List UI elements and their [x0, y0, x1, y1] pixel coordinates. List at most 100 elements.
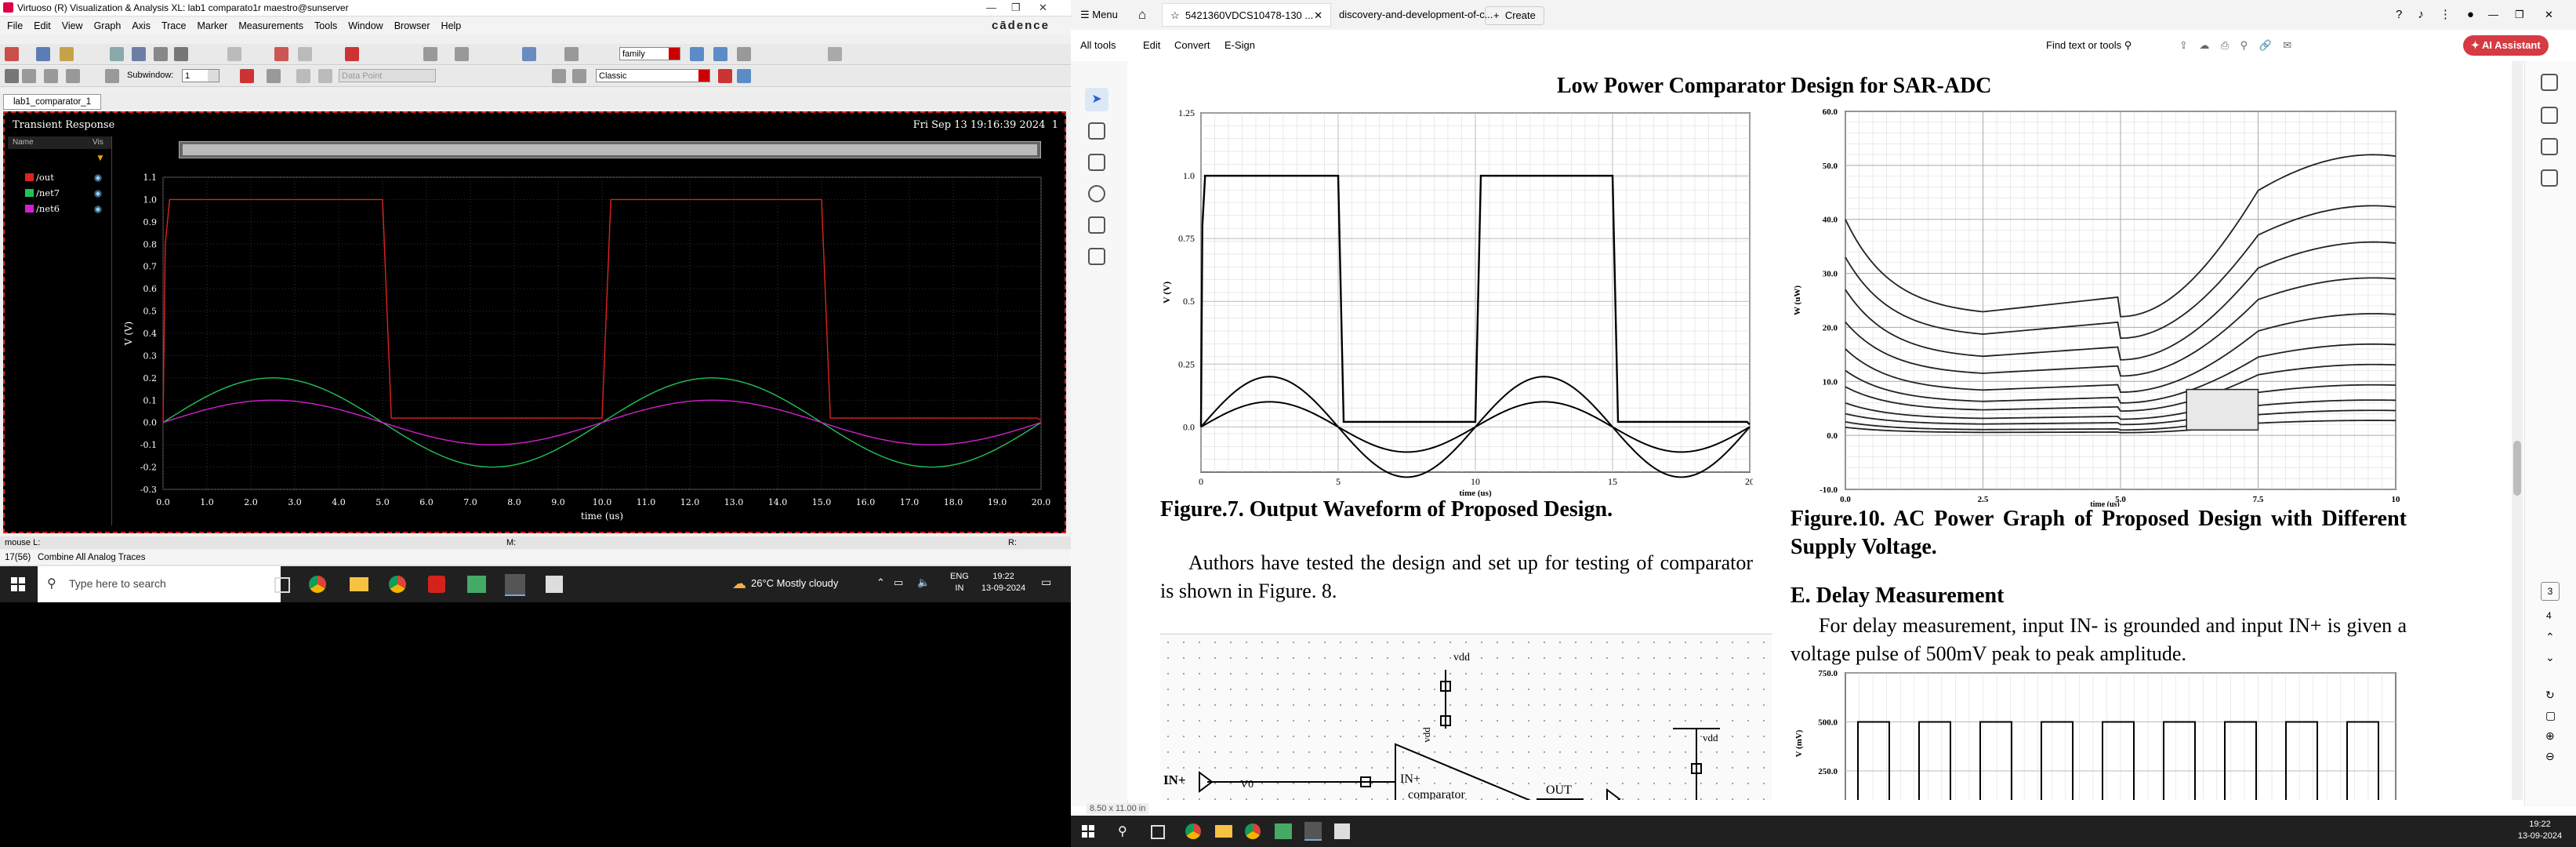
data-point-input[interactable]: Data Point — [339, 69, 436, 82]
legend-item-net7[interactable]: /net7 ◉ — [25, 187, 102, 199]
select-cursor-icon[interactable]: ➤ — [1085, 88, 1108, 111]
edit-button[interactable]: Edit — [1143, 30, 1160, 61]
pencil-icon[interactable] — [5, 69, 19, 83]
zoom-fit-icon[interactable] — [522, 47, 536, 61]
minimize-icon[interactable]: — — [986, 0, 996, 16]
signature-icon[interactable] — [1088, 248, 1105, 265]
chrome-icon[interactable] — [1185, 823, 1201, 839]
apps-icon[interactable]: ⋮ — [2440, 8, 2451, 21]
page-number-current[interactable]: 3 — [2541, 582, 2560, 601]
menu-edit[interactable]: Edit — [34, 20, 51, 31]
list-icon[interactable] — [44, 69, 58, 83]
taskbar-search[interactable]: ⚲ Type here to search — [38, 566, 281, 602]
grid-icon[interactable] — [828, 47, 842, 61]
filter-icon[interactable]: ▼ — [96, 152, 105, 163]
calc2-icon[interactable] — [572, 69, 586, 83]
chevron-up-icon[interactable]: ⌃ — [2545, 631, 2555, 644]
profile-icon[interactable]: ● — [2467, 8, 2474, 21]
speaker-icon[interactable]: 🔈 — [917, 576, 930, 589]
menu-browser[interactable]: Browser — [394, 20, 430, 31]
chevron-down-icon[interactable] — [208, 70, 219, 82]
delete-trace-icon[interactable] — [345, 47, 359, 61]
menu-file[interactable]: File — [7, 20, 23, 31]
link-icon[interactable]: 🔗 — [2259, 39, 2272, 51]
menu-button[interactable]: ☰ Menu — [1080, 3, 1118, 27]
clock-2[interactable]: 19:22 13-09-2024 — [2516, 819, 2563, 842]
fit-page-icon[interactable]: ▢ — [2545, 709, 2556, 722]
text-box-icon[interactable] — [1088, 216, 1105, 234]
calc-icon[interactable] — [552, 69, 566, 83]
remote-desktop-icon[interactable] — [1275, 823, 1292, 839]
comment-icon[interactable] — [1088, 122, 1105, 140]
graph-icon[interactable] — [240, 69, 254, 83]
file-explorer-icon[interactable] — [350, 577, 368, 591]
acrobat-icon[interactable] — [428, 576, 445, 593]
home-icon[interactable]: ⌂ — [1138, 3, 1146, 27]
all-tools-button[interactable]: All tools — [1080, 30, 1116, 61]
table-icon[interactable] — [66, 69, 80, 83]
zoom-in-icon[interactable]: ⊕ — [2545, 729, 2555, 743]
notification-icon[interactable]: ▭ — [1041, 576, 1051, 589]
clock[interactable]: 19:22 13-09-2024 — [980, 571, 1027, 594]
windows-start-icon[interactable] — [11, 577, 25, 591]
print-icon[interactable] — [154, 47, 168, 61]
task-view-icon[interactable] — [274, 577, 290, 593]
camera-icon[interactable] — [174, 47, 188, 61]
layout-icon-1[interactable] — [690, 47, 704, 61]
file-explorer-icon[interactable] — [1215, 825, 1232, 838]
menu-view[interactable]: View — [62, 20, 83, 31]
cadence-taskbar-icon[interactable] — [505, 574, 525, 596]
task-view-icon[interactable] — [1151, 825, 1165, 839]
vertical-scrollbar[interactable] — [2512, 61, 2523, 800]
open-icon[interactable] — [60, 47, 74, 61]
close-icon[interactable]: ✕ — [1314, 4, 1322, 27]
chrome-icon-2[interactable] — [389, 576, 406, 593]
style-icon-1[interactable] — [718, 69, 732, 83]
close-icon[interactable]: ✕ — [2545, 3, 2553, 27]
bookmarks-icon[interactable] — [2541, 138, 2558, 155]
search-icon[interactable]: ⚲ — [1118, 823, 1127, 839]
legend-item-out[interactable]: /out ◉ — [25, 171, 102, 184]
chevron-down-icon[interactable] — [669, 48, 680, 60]
lasso-icon[interactable] — [1088, 185, 1105, 202]
chrome-icon-2[interactable] — [1245, 823, 1261, 839]
zoom-handle[interactable] — [183, 144, 1037, 155]
minimize-icon[interactable]: — — [2488, 3, 2498, 27]
close-icon[interactable]: ✕ — [1039, 0, 1047, 16]
layout-icon-2[interactable] — [713, 47, 727, 61]
eye-icon[interactable]: ◉ — [94, 187, 102, 199]
zoom-in-icon[interactable] — [423, 47, 437, 61]
network-icon[interactable]: ▭ — [894, 576, 903, 589]
esign-button[interactable]: E-Sign — [1225, 30, 1255, 61]
menu-graph[interactable]: Graph — [94, 20, 122, 31]
rotate-icon[interactable]: ↻ — [2545, 689, 2555, 702]
document-viewport[interactable]: Low Power Comparator Design for SAR-ADC … — [1127, 61, 2515, 800]
print-icon[interactable]: ⎙ — [2221, 39, 2229, 51]
plot-area[interactable]: Transient Response Fri Sep 13 19:16:39 2… — [3, 111, 1066, 533]
subwindow-select[interactable]: 1 — [182, 69, 220, 82]
zoom-out-icon[interactable] — [455, 47, 469, 61]
windows-start-icon[interactable] — [1082, 825, 1094, 838]
undo-icon[interactable] — [227, 47, 241, 61]
zoom-scrollbar[interactable] — [179, 141, 1041, 158]
search-doc-icon[interactable]: ⚲ — [2240, 39, 2248, 51]
upload-icon[interactable]: ☁ — [2199, 39, 2209, 51]
tray-chevron-icon[interactable]: ⌃ — [876, 576, 885, 589]
weather-text[interactable]: 26°C Mostly cloudy — [751, 577, 838, 589]
convert-button[interactable]: Convert — [1174, 30, 1210, 61]
create-button[interactable]: + Create — [1485, 6, 1544, 25]
transient-chart[interactable]: 1.1 1.0 0.9 0.8 0.7 0.6 0.5 0.4 0.3 0.2 0.1 0.0 -0.1… — [114, 157, 1063, 532]
mail-icon[interactable]: ✉ — [2283, 39, 2291, 51]
menu-window[interactable]: Window — [348, 20, 383, 31]
find-tools-input[interactable]: Find text or tools ⚲ — [2046, 30, 2132, 61]
family-select[interactable]: family — [619, 47, 680, 60]
remote-desktop-icon[interactable] — [467, 576, 486, 593]
marker-a-icon[interactable] — [267, 69, 281, 83]
ai-assistant-button[interactable]: ✦ AI Assistant — [2463, 35, 2549, 56]
style-icon-2[interactable] — [737, 69, 751, 83]
chevron-down-icon[interactable] — [698, 70, 709, 82]
bell-icon[interactable]: ♪ — [2418, 8, 2424, 21]
save-icon[interactable] — [132, 47, 146, 61]
menu-tools[interactable]: Tools — [314, 20, 337, 31]
marker-b-icon[interactable] — [296, 69, 310, 83]
